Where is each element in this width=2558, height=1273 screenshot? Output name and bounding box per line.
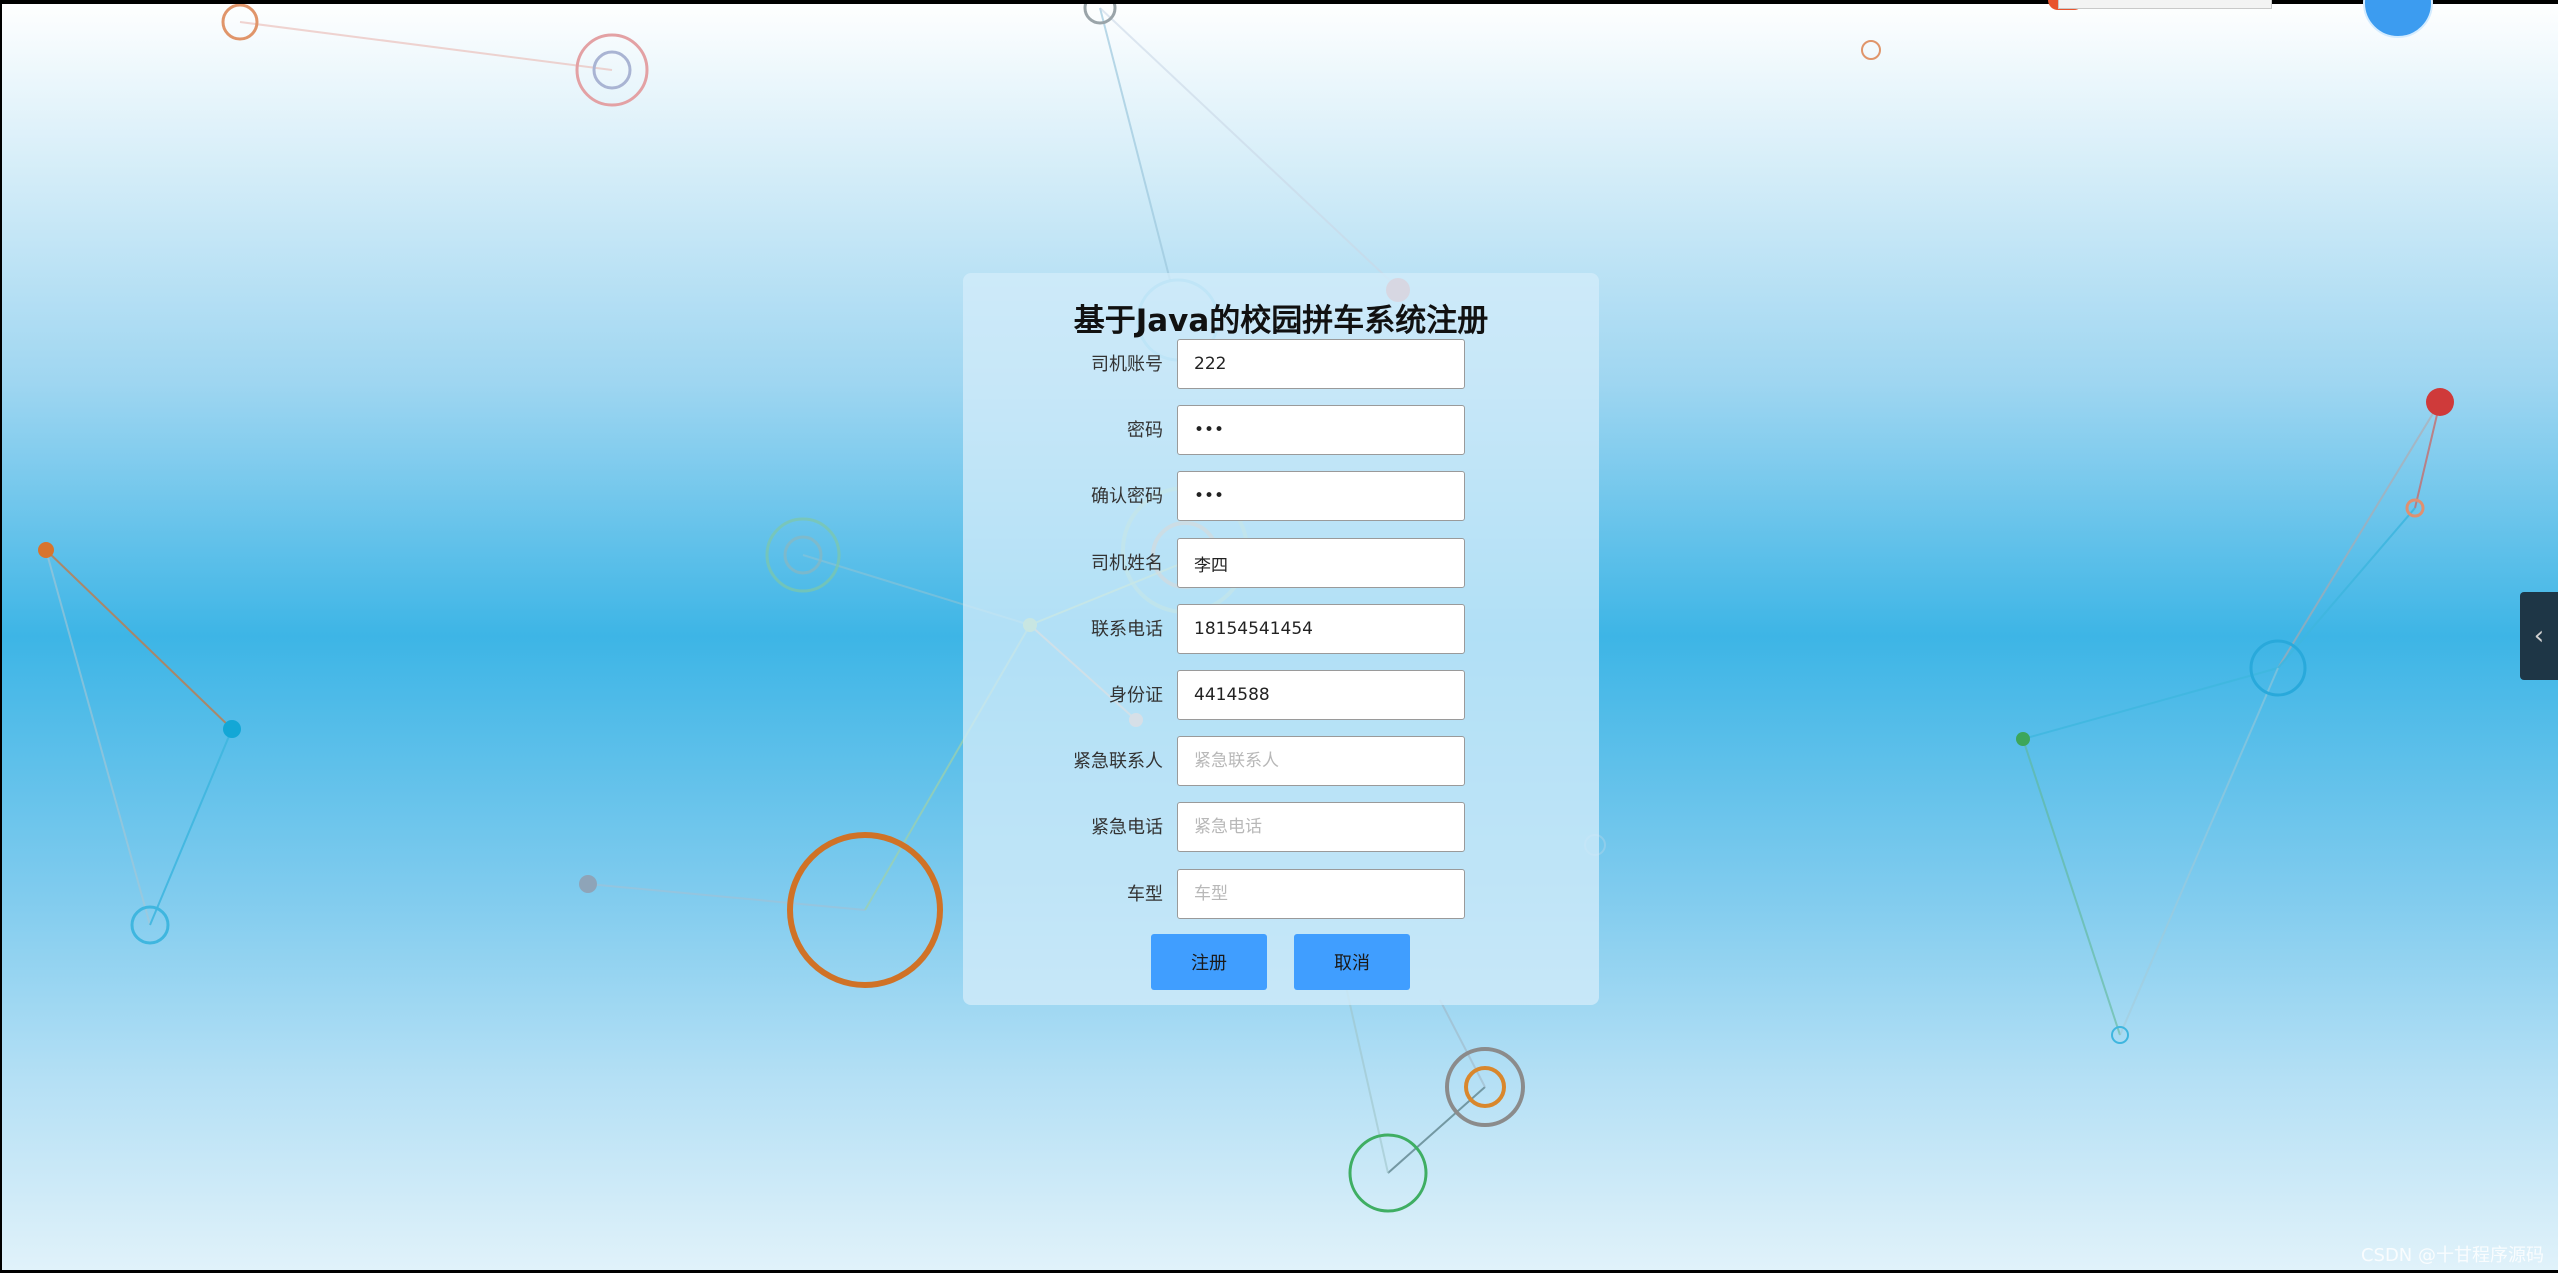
field-car-model: 车型 bbox=[963, 869, 1599, 921]
field-driver-account: 司机账号 bbox=[963, 339, 1599, 391]
top-right-input-edge bbox=[2058, 0, 2272, 9]
watermark-text: CSDN @十甘程序源码 bbox=[2360, 1245, 2544, 1266]
register-button[interactable]: 注册 bbox=[1151, 934, 1267, 990]
driver-name-input[interactable] bbox=[1177, 538, 1465, 588]
field-label: 司机姓名 bbox=[1091, 553, 1163, 574]
confirm-password-input[interactable] bbox=[1177, 471, 1465, 521]
id-card-input[interactable] bbox=[1177, 670, 1465, 720]
emergency-contact-input[interactable] bbox=[1177, 736, 1465, 786]
driver-account-input[interactable] bbox=[1177, 339, 1465, 389]
side-tab-toggle[interactable]: ‹ bbox=[2520, 592, 2558, 680]
cancel-button[interactable]: 取消 bbox=[1294, 934, 1410, 990]
emergency-phone-input[interactable] bbox=[1177, 802, 1465, 852]
field-emergency-phone: 紧急电话 bbox=[963, 802, 1599, 854]
field-phone: 联系电话 bbox=[963, 604, 1599, 656]
field-confirm-password: 确认密码 bbox=[963, 471, 1599, 523]
field-id-card: 身份证 bbox=[963, 670, 1599, 722]
field-label: 密码 bbox=[1127, 420, 1163, 441]
field-password: 密码 bbox=[963, 405, 1599, 457]
field-label: 司机账号 bbox=[1091, 354, 1163, 375]
field-label: 紧急联系人 bbox=[1073, 751, 1163, 772]
field-emergency-contact: 紧急联系人 bbox=[963, 736, 1599, 788]
register-form: 基于Java的校园拼车系统注册 司机账号 密码 确认密码 司机姓名 联系电话 身… bbox=[963, 273, 1599, 1005]
password-input[interactable] bbox=[1177, 405, 1465, 455]
field-driver-name: 司机姓名 bbox=[963, 538, 1599, 590]
field-label: 确认密码 bbox=[1091, 486, 1163, 507]
field-label: 车型 bbox=[1127, 884, 1163, 905]
field-label: 身份证 bbox=[1109, 685, 1163, 706]
car-model-input[interactable] bbox=[1177, 869, 1465, 919]
chevron-left-icon: ‹ bbox=[2533, 621, 2545, 651]
phone-input[interactable] bbox=[1177, 604, 1465, 654]
field-label: 紧急电话 bbox=[1091, 817, 1163, 838]
window-left-border bbox=[0, 0, 2, 1273]
field-label: 联系电话 bbox=[1091, 619, 1163, 640]
form-title: 基于Java的校园拼车系统注册 bbox=[1073, 303, 1489, 339]
